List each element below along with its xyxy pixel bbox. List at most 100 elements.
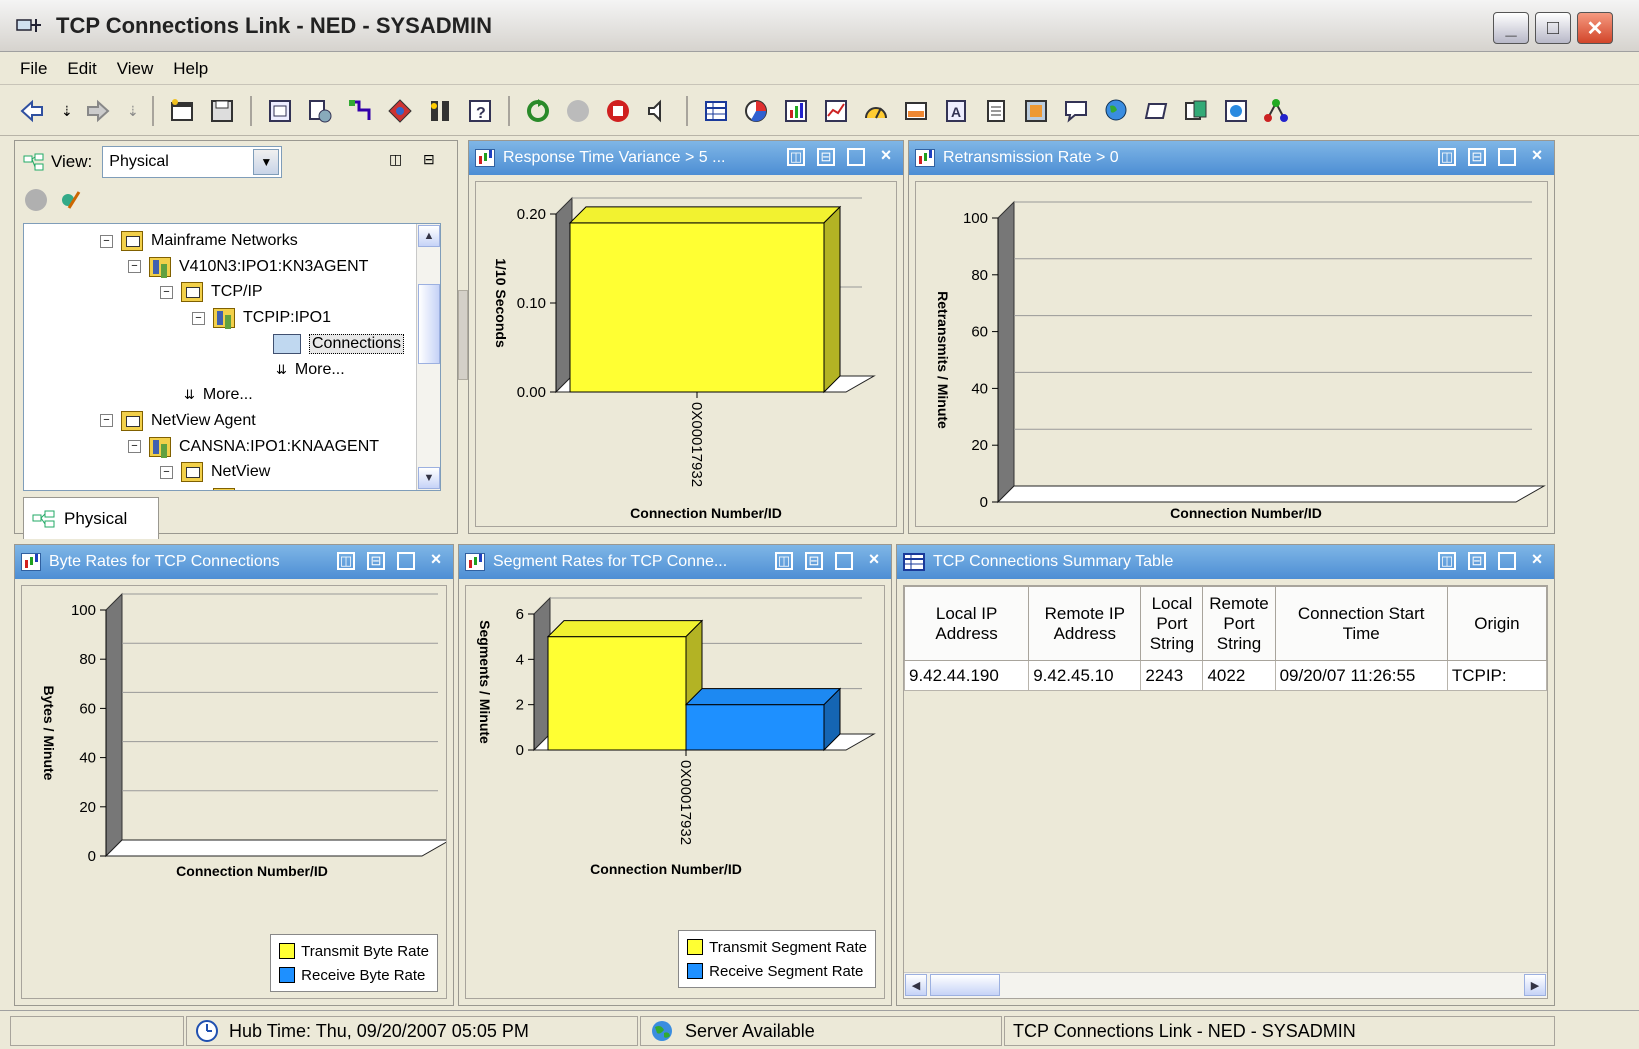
tree-node[interactable]: − V410N3:IPO1:KN3AGENT xyxy=(128,254,368,280)
collapse-toggle-icon[interactable]: − xyxy=(100,234,113,248)
maximize-icon[interactable] xyxy=(397,552,415,570)
graphic-view-icon[interactable] xyxy=(1023,98,1049,124)
scroll-thumb[interactable] xyxy=(418,284,440,364)
edit-navigator-icon[interactable] xyxy=(59,188,83,212)
maximize-button[interactable]: □ xyxy=(1535,12,1571,44)
column-header[interactable]: Local Port String xyxy=(1140,586,1204,661)
split-horizontal-icon[interactable]: ⊟ xyxy=(1468,148,1486,166)
pie-chart-icon[interactable] xyxy=(743,98,769,124)
maximize-icon[interactable] xyxy=(1498,552,1516,570)
column-header[interactable]: Remote Port String xyxy=(1202,586,1276,661)
collapse-toggle-icon[interactable]: − xyxy=(160,285,173,299)
network-tree-icon[interactable] xyxy=(1263,98,1289,124)
plot-chart-icon[interactable] xyxy=(823,98,849,124)
split-horizontal-icon[interactable]: ⊟ xyxy=(367,552,385,570)
menu-help[interactable]: Help xyxy=(173,59,208,79)
tree-vertical-scrollbar[interactable]: ▲ ▼ xyxy=(416,224,440,490)
close-button[interactable]: ✕ xyxy=(1577,12,1613,44)
tree-node[interactable]: − Mainframe Networks xyxy=(100,228,298,254)
close-icon[interactable]: × xyxy=(1528,146,1546,166)
table-horizontal-scrollbar[interactable]: ◀ ▶ xyxy=(904,972,1547,998)
close-icon[interactable]: × xyxy=(877,146,895,166)
history-config-icon[interactable] xyxy=(427,98,453,124)
maximize-icon[interactable] xyxy=(835,552,853,570)
tree-node[interactable]: ⇊ More... xyxy=(184,382,253,408)
maximize-icon[interactable] xyxy=(847,148,865,166)
split-horizontal-icon[interactable]: ⊟ xyxy=(1468,552,1486,570)
situation-editor-icon[interactable] xyxy=(307,98,333,124)
tree-node[interactable]: −NTV74 xyxy=(192,485,293,490)
split-horizontal-icon[interactable]: ⊟ xyxy=(423,151,435,168)
close-icon[interactable]: × xyxy=(427,550,445,570)
bar-chart-icon[interactable] xyxy=(783,98,809,124)
split-vertical-icon[interactable]: ◫ xyxy=(787,148,805,166)
tab-physical[interactable]: Physical xyxy=(23,497,159,539)
collapse-toggle-icon[interactable]: − xyxy=(128,440,141,454)
scroll-down-icon[interactable]: ▼ xyxy=(418,467,440,489)
terminal-view-icon[interactable] xyxy=(1143,98,1169,124)
split-horizontal-icon[interactable]: ⊟ xyxy=(817,148,835,166)
scroll-left-icon[interactable]: ◀ xyxy=(905,974,927,996)
maximize-icon[interactable] xyxy=(1498,148,1516,166)
column-header[interactable]: Connection Start Time xyxy=(1274,586,1448,661)
menu-view[interactable]: View xyxy=(117,59,154,79)
refresh-icon[interactable] xyxy=(525,98,551,124)
close-icon[interactable]: × xyxy=(865,550,883,570)
column-header[interactable]: Origin xyxy=(1446,586,1547,661)
column-header[interactable]: Remote IP Address xyxy=(1028,586,1142,661)
split-vertical-icon[interactable]: ◫ xyxy=(389,151,402,168)
split-vertical-icon[interactable]: ◫ xyxy=(1438,552,1456,570)
sound-icon[interactable] xyxy=(645,98,671,124)
new-window-icon[interactable] xyxy=(169,98,195,124)
message-log-icon[interactable] xyxy=(1063,98,1089,124)
event-console-icon[interactable] xyxy=(983,98,1009,124)
collapse-toggle-icon[interactable]: − xyxy=(100,414,113,428)
tree-node[interactable]: Connections xyxy=(252,331,404,357)
menu-edit[interactable]: Edit xyxy=(67,59,96,79)
gauge-icon[interactable] xyxy=(863,98,889,124)
split-vertical-icon[interactable]: ◫ xyxy=(337,552,355,570)
back-history-icon[interactable]: ⇣ xyxy=(59,98,73,124)
chevron-down-icon[interactable]: ▼ xyxy=(253,149,280,175)
forward-history-icon[interactable]: ⇣ xyxy=(125,98,139,124)
menu-file[interactable]: File xyxy=(20,59,47,79)
policy-editor-icon[interactable] xyxy=(347,98,373,124)
disabled-agent-icon[interactable] xyxy=(25,189,47,211)
minimize-button[interactable]: _ xyxy=(1493,12,1529,44)
scroll-up-icon[interactable]: ▲ xyxy=(418,225,440,247)
tree-node[interactable]: − TCPIP:IPO1 xyxy=(192,305,331,331)
take-action-icon[interactable] xyxy=(1183,98,1209,124)
tree-node[interactable]: ⇊ More... xyxy=(276,357,345,383)
split-vertical-icon[interactable]: ◫ xyxy=(775,552,793,570)
pause-icon[interactable] xyxy=(565,98,591,124)
scroll-thumb[interactable] xyxy=(930,974,1000,996)
split-horizontal-icon[interactable]: ⊟ xyxy=(805,552,823,570)
tree-node[interactable]: − NetView Agent xyxy=(100,408,256,434)
browser-globe-icon[interactable] xyxy=(1103,98,1129,124)
notepad-icon[interactable]: A xyxy=(943,98,969,124)
stop-icon[interactable] xyxy=(605,98,631,124)
close-icon[interactable]: × xyxy=(1528,550,1546,570)
help-icon[interactable]: ? xyxy=(467,98,493,124)
navigator-editor-icon[interactable] xyxy=(387,98,413,124)
back-arrow-icon[interactable] xyxy=(19,98,45,124)
tree-node[interactable]: − NetView xyxy=(160,459,270,485)
table-row[interactable]: 9.42.44.190 9.42.45.10 2243 4022 09/20/0… xyxy=(904,660,1547,691)
topology-icon[interactable] xyxy=(1223,98,1249,124)
collapse-toggle-icon[interactable]: − xyxy=(192,311,205,325)
title-bar[interactable]: TCP Connections Link - NED - SYSADMIN _ … xyxy=(0,0,1639,52)
collapse-toggle-icon[interactable]: − xyxy=(160,465,173,479)
view-select[interactable]: Physical ▼ xyxy=(102,146,283,178)
tree-node[interactable]: − CANSNA:IPO1:KNAAGENT xyxy=(128,434,379,460)
split-vertical-icon[interactable]: ◫ xyxy=(1438,148,1456,166)
forward-arrow-icon[interactable] xyxy=(85,98,111,124)
tree-node[interactable]: − TCP/IP xyxy=(160,279,263,305)
column-header[interactable]: Local IP Address xyxy=(904,586,1030,661)
collapse-toggle-icon[interactable]: − xyxy=(128,260,141,274)
thermometer-icon[interactable] xyxy=(903,98,929,124)
save-icon[interactable] xyxy=(209,98,235,124)
pane-splitter[interactable] xyxy=(458,290,468,380)
workspace-properties-icon[interactable] xyxy=(267,98,293,124)
table-view-icon[interactable] xyxy=(703,98,729,124)
scroll-right-icon[interactable]: ▶ xyxy=(1524,974,1546,996)
